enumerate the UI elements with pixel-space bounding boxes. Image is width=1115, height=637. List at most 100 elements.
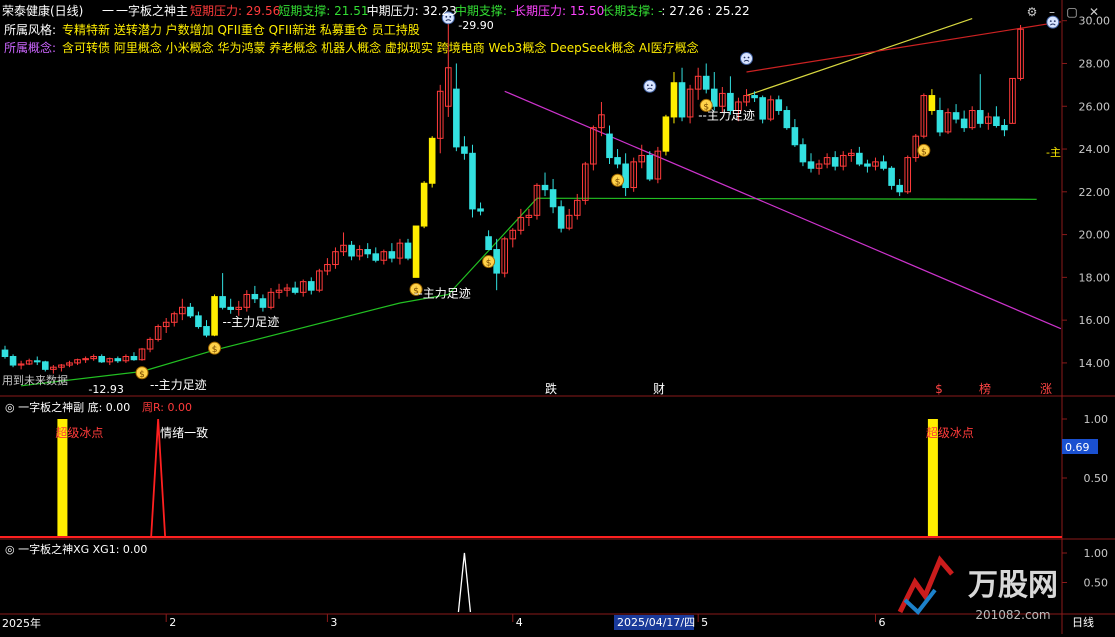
candle-body [33, 360, 41, 363]
candle-body [993, 116, 1000, 126]
header-stat: 中期支撑: - [455, 3, 515, 18]
candle-body [114, 358, 122, 362]
header-stat: 中期压力: 32.23 [367, 3, 457, 18]
x-month-label: 2 [169, 616, 176, 629]
y-tick-label: 26.00 [1079, 100, 1111, 113]
candle-body [412, 225, 420, 278]
footprint-label: --主力足迹 [223, 315, 280, 329]
candle-body [856, 152, 863, 165]
face-eye [650, 84, 653, 87]
candle-body [557, 206, 565, 229]
candle-body [670, 82, 678, 118]
future-data-note: 用到未来数据 [2, 373, 68, 387]
y-tick-label: 28.00 [1079, 57, 1111, 70]
stock-title: 荣泰健康(日线) [2, 3, 83, 18]
candle-body [646, 154, 654, 180]
x-month-label: 4 [516, 616, 523, 629]
candle-body [614, 157, 621, 165]
candle-body [678, 82, 686, 118]
selected-date[interactable]: 2025/04/17/四 [617, 616, 695, 629]
candle-body [461, 146, 468, 154]
candle-body [388, 251, 396, 259]
candle-body [211, 296, 218, 336]
candle-body [783, 110, 791, 129]
candle-body [1, 349, 9, 358]
right-marker-label: -主 [1046, 146, 1061, 159]
header-stat: 短期支撑: 21.51 [278, 3, 368, 18]
x-month-label: 3 [330, 616, 337, 629]
brand-url: 201082.com [975, 608, 1050, 622]
candle-body [227, 306, 234, 310]
face-eye [747, 56, 750, 59]
money-bag-symbol: $ [921, 147, 927, 157]
footprint-label: --主力足迹 [698, 108, 755, 122]
minimize-icon[interactable]: – [1049, 5, 1055, 19]
candle-body [9, 356, 17, 366]
candle-body [372, 253, 380, 261]
candle-body [888, 167, 895, 186]
candle-body [364, 249, 371, 255]
candle-body [187, 306, 194, 317]
header-stat: : 27.26 : 25.22 [661, 4, 749, 18]
y-tick-label: 22.00 [1079, 186, 1111, 199]
candle-body [203, 326, 210, 336]
candle-body [259, 298, 267, 308]
sub2-tick-label: 1.00 [1084, 547, 1109, 560]
sub2-tick-label: 0.50 [1084, 577, 1109, 590]
candle-body [251, 293, 259, 300]
candle-body [960, 118, 968, 129]
money-bag-symbol: $ [212, 345, 218, 355]
concept-label: 所属概念: [4, 40, 56, 55]
label-super-freeze: 超级冰点 [926, 425, 974, 440]
candle-body [291, 287, 299, 293]
candle-body [831, 157, 839, 167]
candle-body [702, 75, 710, 90]
candle-body [952, 112, 960, 120]
candle-body [485, 236, 492, 251]
face-eye [1049, 20, 1052, 23]
candle-body [864, 163, 871, 167]
sub2-title: ◎ 一字板之神XG XG1: 0.00 [5, 542, 147, 556]
candle-body [195, 315, 202, 328]
chart-canvas[interactable]: $$$$$$$--主力足迹--主力足迹--主力足迹--主力足迹-29.90-12… [0, 0, 1115, 634]
event-tag[interactable]: 财 [653, 382, 665, 396]
x-year-label: 2025年 [2, 616, 41, 630]
style-text: 专精特新 送转潜力 户数增加 QFII重仓 QFII新进 私募重仓 员工持股 [62, 22, 420, 37]
label-super-freeze: 超级冰点 [55, 425, 103, 440]
candle-body [896, 184, 903, 193]
candle-body [42, 361, 49, 370]
candle-body [976, 110, 984, 124]
footprint-label: --主力足迹 [150, 378, 207, 392]
face-shape [740, 51, 754, 65]
event-tag[interactable]: $ [935, 382, 943, 396]
sub1-field: 周R: 0.00 [142, 401, 192, 414]
candle-body [936, 110, 944, 133]
y-tick-label: 16.00 [1079, 314, 1111, 327]
close-icon[interactable]: ✕ [1089, 5, 1099, 19]
sad-face-icon [740, 51, 754, 65]
face-eye [1053, 20, 1056, 23]
candle-body [477, 208, 484, 212]
restore-icon[interactable]: ▢ [1066, 5, 1077, 19]
footprint-label: --主力足迹 [414, 286, 471, 300]
money-bag-symbol: $ [615, 177, 621, 187]
concept-text: 含可转债 阿里概念 小米概念 华为鸿蒙 养老概念 机器人概念 虚拟现实 跨境电商… [62, 40, 699, 55]
candle-body [622, 163, 629, 189]
y-tick-label: 24.00 [1079, 143, 1111, 156]
gear-icon[interactable]: ⚙ [1027, 5, 1038, 19]
event-tag[interactable]: 跌 [545, 381, 557, 396]
event-tag[interactable]: 涨 [1040, 381, 1052, 396]
candle-body [799, 144, 807, 163]
face-eye [743, 56, 746, 59]
candle-body [404, 242, 412, 259]
candle-body [928, 95, 936, 112]
style-label: 所属风格: [4, 22, 56, 37]
y-tick-label: 20.00 [1079, 229, 1111, 242]
money-bag-symbol: $ [139, 370, 145, 380]
event-tag[interactable]: 榜 [979, 381, 991, 396]
header-stat: 长期支撑: - [602, 3, 662, 18]
x-month-label: 5 [701, 616, 708, 629]
face-shape [643, 79, 657, 93]
candle-body [549, 189, 557, 208]
sub1-title: ◎ 一字板之神副 底: 0.00 [5, 400, 130, 414]
